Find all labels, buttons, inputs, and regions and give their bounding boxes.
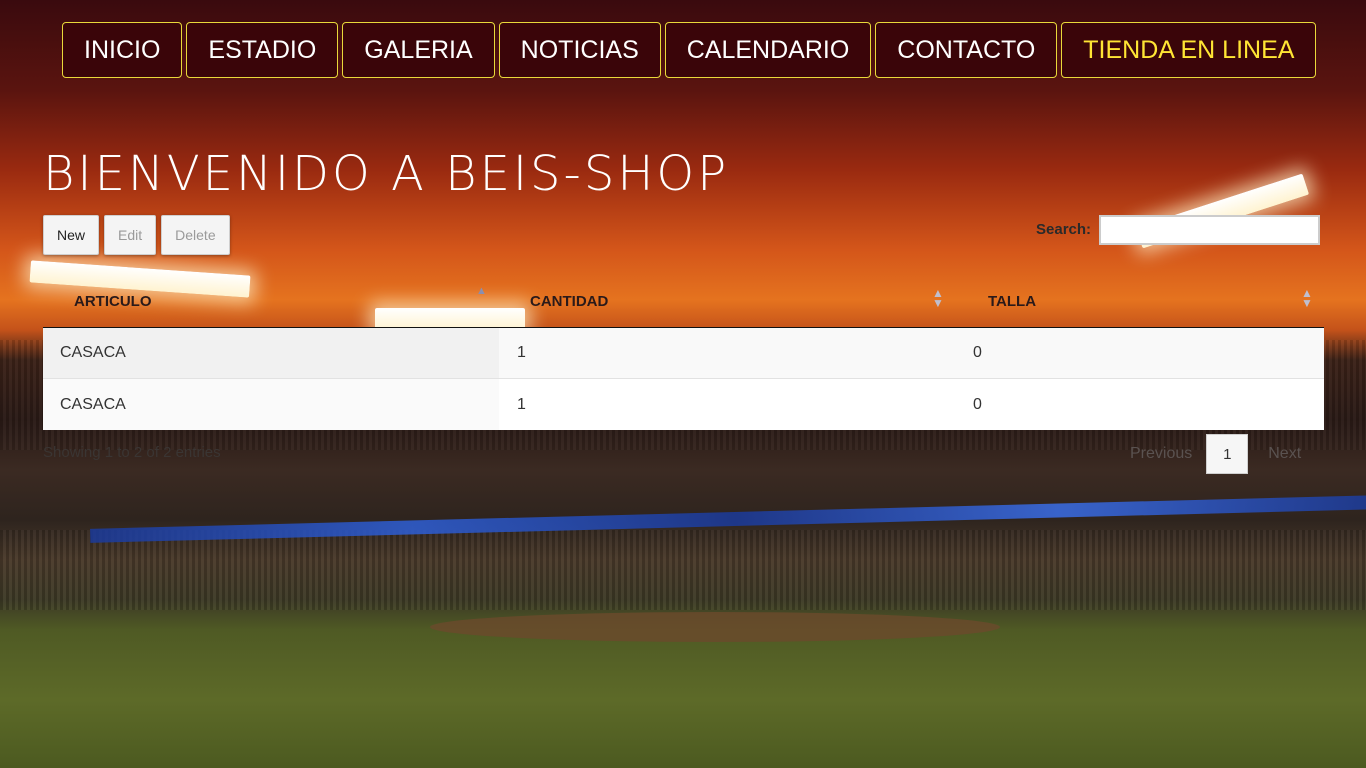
nav-galeria[interactable]: GALERIA [342, 22, 495, 78]
column-header-label: CANTIDAD [530, 292, 609, 310]
table-row[interactable]: CASACA 1 0 [43, 328, 1324, 379]
cell-talla: 0 [973, 395, 982, 413]
cell-articulo: CASACA [43, 328, 499, 378]
column-header-label: ARTICULO [74, 292, 152, 310]
nav-tienda-en-linea[interactable]: TIENDA EN LINEA [1061, 22, 1317, 78]
main-nav: INICIO ESTADIO GALERIA NOTICIAS CALENDAR… [62, 22, 1317, 78]
nav-estadio[interactable]: ESTADIO [186, 22, 339, 78]
sort-both-icon: ▲ ▼ [1301, 286, 1313, 310]
table-header: ARTICULO ▲ CANTIDAD ▲ ▼ TALLA ▲ ▼ [43, 275, 1324, 328]
table-toolbar: New Edit Delete [43, 215, 230, 255]
table-info: Showing 1 to 2 of 2 entries [43, 444, 221, 461]
nav-inicio[interactable]: INICIO [62, 22, 183, 78]
page-1-button[interactable]: 1 [1206, 434, 1249, 474]
cell-talla: 0 [973, 344, 982, 361]
delete-button[interactable]: Delete [161, 215, 230, 255]
next-page-link[interactable]: Next [1248, 445, 1315, 463]
new-button[interactable]: New [43, 215, 100, 255]
sort-both-icon: ▲ ▼ [932, 286, 944, 310]
nav-contacto[interactable]: CONTACTO [875, 22, 1058, 78]
search-input[interactable] [1099, 215, 1321, 245]
table-row[interactable]: CASACA 1 0 [43, 379, 1324, 430]
search-label: Search: [1036, 220, 1092, 238]
table-body: CASACA 1 0 CASACA 1 0 [43, 328, 1324, 430]
cell-cantidad: 1 [517, 344, 526, 361]
column-header-talla[interactable]: TALLA ▲ ▼ [957, 275, 1324, 327]
page-title: BIENVENIDO A BEIS-SHOP [43, 146, 730, 202]
column-header-cantidad[interactable]: CANTIDAD ▲ ▼ [499, 275, 957, 327]
nav-calendario[interactable]: CALENDARIO [664, 22, 872, 78]
previous-page-link[interactable]: Previous [1116, 445, 1206, 463]
pagination: Previous 1 Next [1116, 434, 1315, 474]
infield [430, 612, 1000, 642]
nav-noticias[interactable]: NOTICIAS [498, 22, 661, 78]
cell-cantidad: 1 [517, 395, 526, 413]
edit-button[interactable]: Edit [104, 215, 157, 255]
sort-ascending-icon: ▲ [476, 285, 487, 297]
search-box: Search: [1036, 215, 1321, 245]
crowd [0, 530, 1366, 610]
cell-articulo: CASACA [43, 379, 499, 430]
column-header-label: TALLA [988, 292, 1037, 310]
column-header-articulo[interactable]: ARTICULO ▲ [43, 275, 499, 327]
